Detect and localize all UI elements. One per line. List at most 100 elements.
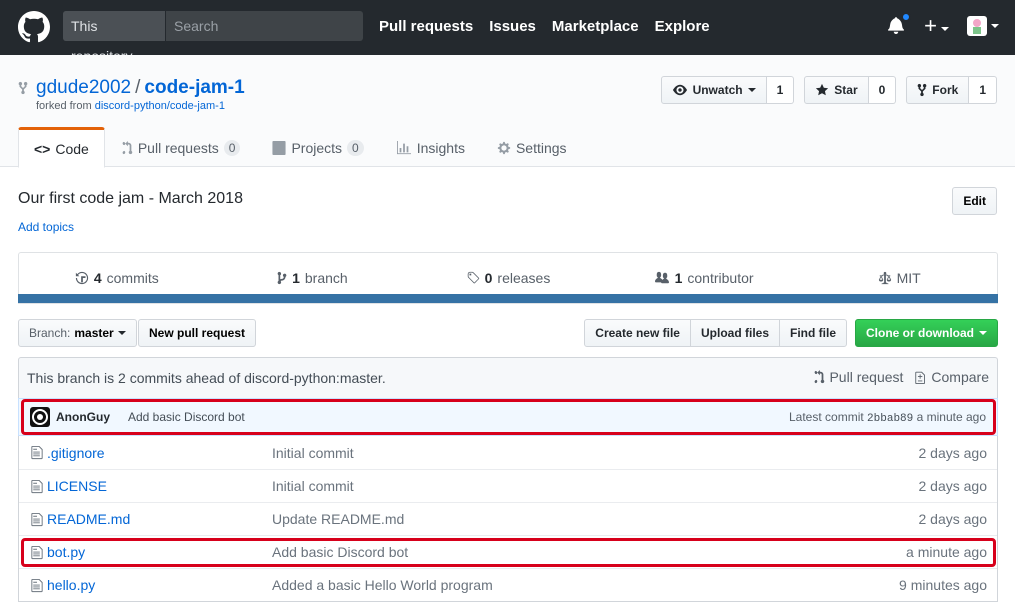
repo-header: gdude2002/code-jam-1 forked from discord… xyxy=(0,55,1015,168)
branch-select-label: Branch: xyxy=(29,326,71,340)
caret-down-icon xyxy=(991,24,999,28)
file-icon xyxy=(19,578,47,593)
find-file-button[interactable]: Find file xyxy=(779,319,847,347)
caret-down-icon xyxy=(117,331,126,335)
clone-or-download-button[interactable]: Clone or download xyxy=(855,319,998,347)
history-icon xyxy=(75,271,88,285)
branch-select-button[interactable]: Branch: master xyxy=(18,319,137,347)
plus-icon: + xyxy=(924,13,937,38)
pull-request-icon xyxy=(815,370,825,384)
file-button-group: Create new file Upload files Find file xyxy=(584,319,847,347)
watchers-count[interactable]: 1 xyxy=(766,76,795,104)
file-commit-age: 2 days ago xyxy=(918,511,988,527)
file-name-link[interactable]: bot.py xyxy=(47,544,272,560)
eye-icon xyxy=(672,84,687,96)
file-commit-age: a minute ago xyxy=(906,544,987,560)
compare-link[interactable]: Compare xyxy=(915,369,989,385)
forked-from: forked from discord-python/code-jam-1 xyxy=(36,100,225,112)
releases-label: releases xyxy=(497,270,551,286)
forked-from-link[interactable]: discord-python/code-jam-1 xyxy=(95,100,225,112)
create-new-file-button[interactable]: Create new file xyxy=(584,319,691,347)
tab-settings[interactable]: Settings xyxy=(481,127,583,167)
nav-issues[interactable]: Issues xyxy=(489,18,536,35)
tab-pull-requests-label: Pull requests xyxy=(137,140,219,156)
file-commit-message[interactable]: Added a basic Hello World program xyxy=(272,577,837,593)
tab-pull-requests[interactable]: Pull requests 0 xyxy=(105,127,257,167)
author-avatar[interactable] xyxy=(30,407,50,427)
file-commit-message[interactable]: Add basic Discord bot xyxy=(272,544,837,560)
notifications-bell-icon[interactable] xyxy=(888,12,912,36)
file-commit-message[interactable]: Initial commit xyxy=(272,478,837,494)
user-menu-dropdown[interactable] xyxy=(967,16,999,36)
tag-icon xyxy=(467,271,479,284)
upload-files-button[interactable]: Upload files xyxy=(689,319,780,347)
file-commit-age: 2 days ago xyxy=(918,478,988,494)
create-new-dropdown[interactable]: + xyxy=(924,13,949,38)
tab-insights-label: Insights xyxy=(416,140,465,156)
branch-select-value: master xyxy=(74,326,114,340)
fork-label: Fork xyxy=(932,83,959,97)
branch-icon xyxy=(277,271,287,285)
code-icon: <> xyxy=(34,140,51,157)
contributors-count: 1 xyxy=(674,270,683,286)
star-label: Star xyxy=(834,83,858,97)
language-bar[interactable] xyxy=(18,294,998,303)
forked-from-prefix: forked from xyxy=(36,100,92,112)
branch-count: 1 xyxy=(292,270,300,286)
file-name-link[interactable]: LICENSE xyxy=(47,478,272,494)
commit-sha[interactable]: 2bbab89 xyxy=(867,413,913,425)
file-row: hello.py Added a basic Hello World progr… xyxy=(19,568,997,601)
gear-icon xyxy=(497,141,511,155)
commit-message[interactable]: Add basic Discord bot xyxy=(128,410,245,424)
pull-request-link-label: Pull request xyxy=(829,369,904,385)
commits-label: commits xyxy=(106,270,159,286)
file-icon xyxy=(19,479,47,494)
people-icon xyxy=(654,271,669,284)
fork-icon xyxy=(917,83,927,97)
unwatch-button[interactable]: Unwatch xyxy=(660,76,767,104)
star-button[interactable]: Star xyxy=(804,76,869,104)
header-nav: Pull requests Issues Marketplace Explore xyxy=(379,18,710,35)
project-icon xyxy=(272,141,287,155)
commit-age: a minute ago xyxy=(916,410,986,424)
github-logo-icon[interactable] xyxy=(18,11,50,43)
file-commit-age: 2 days ago xyxy=(918,444,988,461)
tab-projects[interactable]: Projects 0 xyxy=(256,127,379,167)
branch-label: branch xyxy=(304,270,348,286)
caret-down-icon xyxy=(979,331,987,335)
nav-pull-requests[interactable]: Pull requests xyxy=(379,18,473,35)
search-input[interactable] xyxy=(166,11,363,41)
file-row: LICENSE Initial commit 2 days ago xyxy=(19,469,997,502)
file-name-link[interactable]: README.md xyxy=(47,511,272,527)
repo-description: Our first code jam - March 2018 xyxy=(18,190,243,207)
watch-group: Unwatch 1 xyxy=(660,76,795,104)
nav-marketplace[interactable]: Marketplace xyxy=(552,18,639,35)
repo-actions: Unwatch 1 Star 0 Fork 1 xyxy=(660,76,997,104)
caret-down-icon xyxy=(747,88,756,92)
tab-insights[interactable]: Insights xyxy=(380,127,481,167)
stargazers-count[interactable]: 0 xyxy=(868,76,897,104)
fork-button[interactable]: Fork xyxy=(906,76,970,104)
file-commit-message[interactable]: Update README.md xyxy=(272,511,837,527)
file-diff-icon xyxy=(915,371,926,384)
file-commit-message[interactable]: Initial commit xyxy=(272,445,837,461)
caret-down-icon xyxy=(941,27,949,32)
repo-name-link[interactable]: code-jam-1 xyxy=(144,77,244,98)
commit-author[interactable]: AnonGuy xyxy=(56,410,110,424)
repo-owner-link[interactable]: gdude2002 xyxy=(36,77,131,98)
compare-link-label: Compare xyxy=(931,369,989,385)
add-topics-link[interactable]: Add topics xyxy=(18,220,74,234)
new-pull-request-button[interactable]: New pull request xyxy=(138,319,257,347)
star-group: Star 0 xyxy=(804,76,897,104)
file-name-link[interactable]: hello.py xyxy=(47,577,272,593)
global-header: This repository Pull requests Issues Mar… xyxy=(0,0,1015,64)
file-row: README.md Update README.md 2 days ago xyxy=(19,502,997,535)
tab-code[interactable]: <> Code xyxy=(18,127,105,168)
edit-description-button[interactable]: Edit xyxy=(952,187,997,215)
nav-explore[interactable]: Explore xyxy=(655,18,710,35)
file-name-link[interactable]: .gitignore xyxy=(47,445,272,461)
forks-count[interactable]: 1 xyxy=(969,76,997,104)
pull-request-link[interactable]: Pull request xyxy=(813,369,903,385)
file-icon xyxy=(19,445,47,460)
latest-commit-prefix: Latest commit xyxy=(789,410,864,424)
